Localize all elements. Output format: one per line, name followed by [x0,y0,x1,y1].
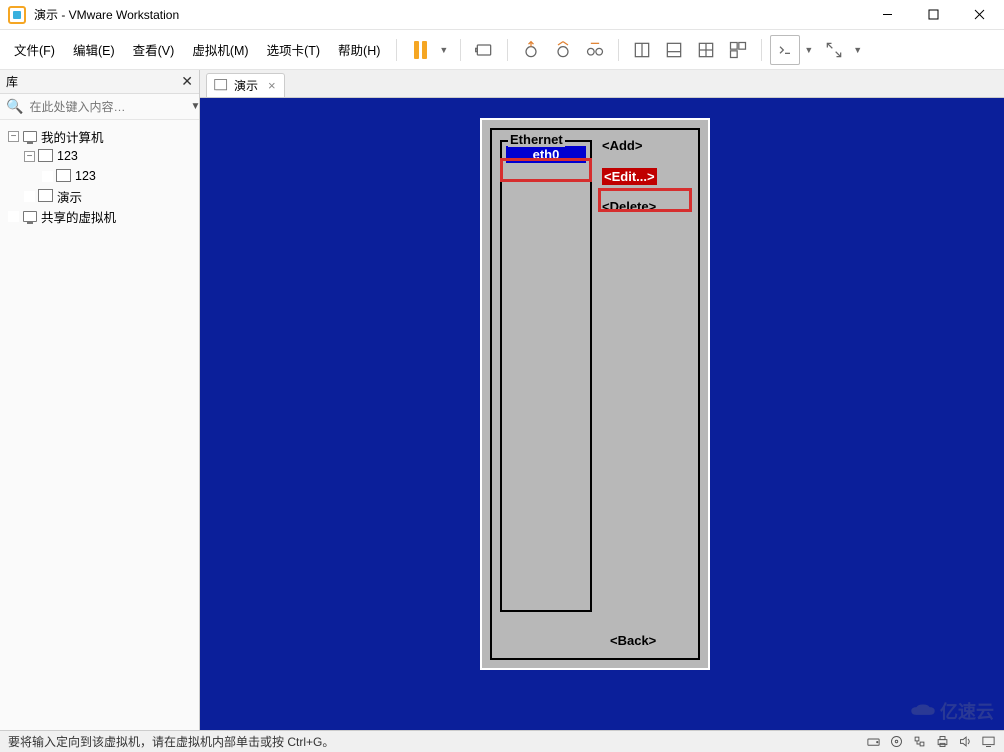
separator [618,39,619,61]
view-single-button[interactable] [627,35,657,65]
view-unity-button[interactable] [659,35,689,65]
back-button[interactable]: <Back> [610,633,656,648]
tree-label: 我的计算机 [41,127,104,146]
separator [761,39,762,61]
dropdown-caret-icon[interactable]: ▼ [435,45,452,55]
status-bar: 要将输入定向到该虚拟机，请在虚拟机内部单击或按 Ctrl+G。 [0,730,1004,752]
sidebar-title: 库 [6,73,18,90]
vm-icon [216,81,227,90]
tree-node-demo[interactable]: 演示 [4,186,195,206]
vm-console[interactable]: Ethernet eth0 <Add> <Edit...> <Delete> <… [200,98,1004,730]
edit-button-label: <Edit...> [602,168,657,186]
network-icon[interactable] [912,734,927,749]
view-thumbnail-button[interactable] [723,35,753,65]
sidebar: 库 ✕ 🔍 ▼ − 我的计算机 − 123 123 [0,70,200,730]
tree-spacer [24,191,35,202]
tree-label: 123 [57,149,78,163]
minimize-button[interactable] [864,0,910,30]
sidebar-close-button[interactable]: ✕ [181,73,193,90]
tree-collapse-icon[interactable]: − [8,131,19,142]
display-icon[interactable] [981,734,996,749]
watermark-text: 亿速云 [940,698,994,724]
main-area: 演示 × Ethernet eth0 <Add> <Edit...> [200,70,1004,730]
tree-node-123[interactable]: − 123 [4,146,195,166]
fullscreen-button[interactable] [819,35,849,65]
nmtui-inner: Ethernet eth0 <Add> <Edit...> <Delete> <… [490,128,700,660]
computer-icon [23,211,37,222]
nmtui-dialog: Ethernet eth0 <Add> <Edit...> <Delete> <… [480,118,710,670]
body: 库 ✕ 🔍 ▼ − 我的计算机 − 123 123 [0,70,1004,730]
status-icons [866,734,996,749]
drive-icon[interactable] [866,734,881,749]
computer-icon [23,131,37,142]
separator [507,39,508,61]
title-bar: 演示 - VMware Workstation [0,0,1004,30]
menu-file[interactable]: 文件(F) [6,36,63,63]
dropdown-caret-icon[interactable]: ▼ [849,45,866,55]
tab-close-button[interactable]: × [268,78,276,93]
window-title: 演示 - VMware Workstation [34,6,179,23]
cdrom-icon[interactable] [889,734,904,749]
tree-label: 共享的虚拟机 [41,207,116,226]
vm-icon [40,191,53,202]
view-multi-button[interactable] [691,35,721,65]
pause-button[interactable] [405,35,435,65]
snapshot-manage-button[interactable] [580,35,610,65]
tree-collapse-icon[interactable]: − [24,151,35,162]
menu-tabs[interactable]: 选项卡(T) [259,36,328,63]
search-input[interactable] [29,100,184,114]
sound-icon[interactable] [958,734,973,749]
menu-help[interactable]: 帮助(H) [330,36,388,63]
sidebar-search[interactable]: 🔍 ▼ [0,94,199,120]
vm-icon [40,151,53,162]
menu-view[interactable]: 查看(V) [125,36,183,63]
status-hint: 要将输入定向到该虚拟机，请在虚拟机内部单击或按 Ctrl+G。 [8,733,334,750]
tree-node-my-computer[interactable]: − 我的计算机 [4,126,195,146]
window-controls [864,0,1002,30]
snapshot-revert-button[interactable] [548,35,578,65]
tree-node-123-child[interactable]: 123 [4,166,195,186]
highlight-box-eth [500,158,592,182]
printer-icon[interactable] [935,734,950,749]
tree-spacer [8,211,19,222]
tree-node-shared[interactable]: 共享的虚拟机 [4,206,195,226]
dropdown-caret-icon[interactable]: ▼ [800,45,817,55]
tab-label: 演示 [234,77,258,94]
connection-list[interactable]: Ethernet eth0 [500,140,592,612]
tab-demo[interactable]: 演示 × [206,73,285,97]
menu-vm[interactable]: 虚拟机(M) [184,36,256,63]
menu-edit[interactable]: 编辑(E) [65,36,123,63]
list-header: Ethernet [508,132,565,147]
highlight-box-edit [598,188,692,212]
tree-label: 演示 [57,187,82,206]
sidebar-header: 库 ✕ [0,70,199,94]
vm-tree: − 我的计算机 − 123 123 演示 共享的 [0,120,199,232]
tab-strip: 演示 × [200,70,1004,98]
snapshot-take-button[interactable] [516,35,546,65]
search-icon: 🔍 [6,98,23,115]
console-button[interactable] [770,35,800,65]
tree-label: 123 [75,169,96,183]
separator [396,39,397,61]
maximize-button[interactable] [910,0,956,30]
watermark: 亿速云 [910,698,994,724]
separator [460,39,461,61]
vm-icon [58,171,71,182]
menu-bar: 文件(F) 编辑(E) 查看(V) 虚拟机(M) 选项卡(T) 帮助(H) ▼ … [0,30,1004,70]
dropdown-caret-icon[interactable]: ▼ [190,101,200,112]
snapshot-button[interactable] [469,35,499,65]
edit-button[interactable]: <Edit...> [602,168,657,186]
pause-icon [414,41,427,59]
tree-spacer [42,171,53,182]
nmtui-actions: <Add> <Edit...> <Delete> [602,138,657,229]
app-icon [8,6,26,24]
add-button[interactable]: <Add> [602,138,657,154]
close-button[interactable] [956,0,1002,30]
